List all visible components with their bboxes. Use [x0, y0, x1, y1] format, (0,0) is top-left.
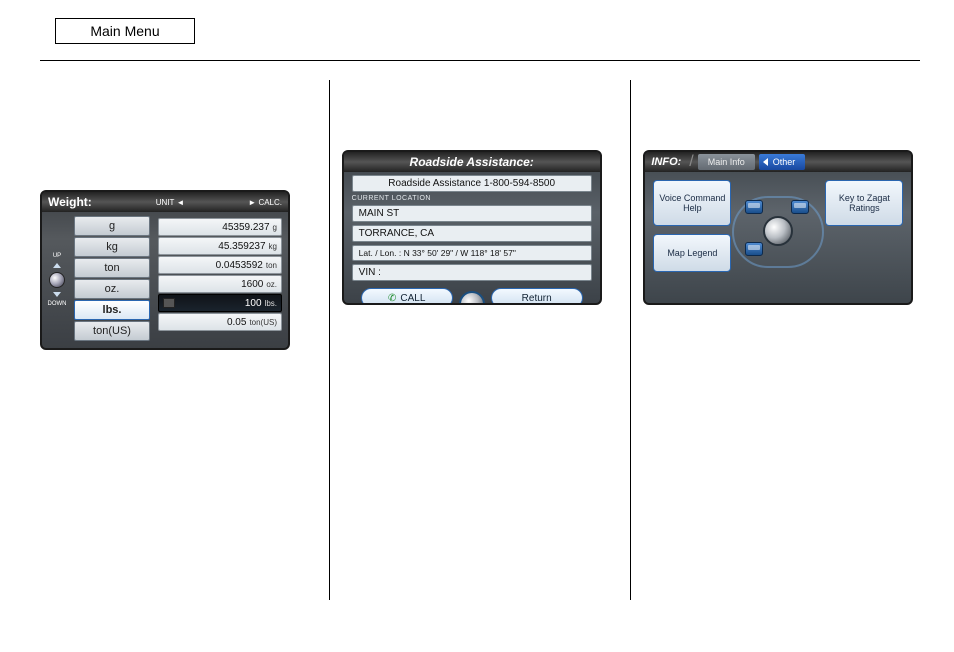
- vin-field: VIN :: [352, 264, 592, 281]
- unit-item[interactable]: ton: [74, 258, 150, 278]
- current-location-label: CURRENT LOCATION: [352, 195, 592, 202]
- weight-screen: Weight: UNIT ◄ ► CALC. UP DOWN gkgtonoz.…: [40, 190, 290, 350]
- roadside-title: Roadside Assistance:: [344, 152, 600, 172]
- info-label: INFO:: [645, 156, 689, 168]
- unit-item[interactable]: lbs.: [74, 300, 150, 320]
- roadside-screen: Roadside Assistance: Roadside Assistance…: [342, 150, 602, 305]
- phone-icon: ✆: [388, 293, 396, 304]
- value-row: 45.359237kg: [158, 237, 282, 255]
- voice-command-help-button[interactable]: Voice Command Help: [653, 180, 731, 226]
- main-menu-button[interactable]: Main Menu: [55, 18, 195, 44]
- latlon-field: Lat. / Lon. : N 33° 50' 29" / W 118° 18'…: [352, 245, 592, 261]
- unit-item[interactable]: oz.: [74, 279, 150, 299]
- street-field: MAIN ST: [352, 205, 592, 222]
- value-list: 45359.237g45.359237kg0.0453592ton1600oz.…: [152, 212, 288, 348]
- map-legend-button[interactable]: Map Legend: [653, 234, 731, 272]
- city-field: TORRANCE, CA: [352, 225, 592, 242]
- divider: [40, 60, 920, 61]
- column-3: INFO: / Main Info Other Voice Command He…: [643, 80, 920, 600]
- unit-item[interactable]: kg: [74, 237, 150, 257]
- value-row: 100lbs.: [158, 294, 282, 312]
- flag-icon: [163, 298, 175, 308]
- unit-indicator: UNIT ◄: [156, 198, 185, 207]
- unit-item[interactable]: ton(US): [74, 321, 150, 341]
- down-icon: [53, 292, 61, 297]
- weight-title: Weight:: [48, 195, 92, 209]
- up-label: UP: [53, 253, 61, 259]
- center-knob-icon: [763, 216, 793, 246]
- unit-list: gkgtonoz.lbs.ton(US): [72, 212, 152, 348]
- down-label: DOWN: [48, 301, 67, 307]
- up-icon: [53, 263, 61, 268]
- column-divider: [630, 80, 631, 600]
- up-down-control[interactable]: UP DOWN: [42, 212, 72, 348]
- column-2: Roadside Assistance: Roadside Assistance…: [342, 80, 619, 600]
- center-knob-icon: [459, 291, 485, 305]
- joystick-icon: [49, 272, 65, 288]
- book-icon: [791, 200, 809, 214]
- unit-item[interactable]: g: [74, 216, 150, 236]
- call-button[interactable]: ✆ CALL: [361, 288, 453, 305]
- zagat-ratings-button[interactable]: Key to Zagat Ratings: [825, 180, 903, 226]
- book-icon: [745, 242, 763, 256]
- tab-main-info[interactable]: Main Info: [698, 154, 755, 170]
- book-icon: [745, 200, 763, 214]
- return-button[interactable]: Return: [491, 288, 583, 305]
- info-screen: INFO: / Main Info Other Voice Command He…: [643, 150, 913, 305]
- value-row: 0.05ton(US): [158, 313, 282, 331]
- tab-other[interactable]: Other: [759, 154, 806, 170]
- roadside-number: Roadside Assistance 1-800-594-8500: [352, 175, 592, 192]
- value-row: 1600oz.: [158, 275, 282, 293]
- calc-indicator: ► CALC.: [248, 198, 282, 207]
- column-1: Weight: UNIT ◄ ► CALC. UP DOWN gkgtonoz.…: [40, 80, 317, 600]
- value-row: 0.0453592ton: [158, 256, 282, 274]
- value-row: 45359.237g: [158, 218, 282, 236]
- column-divider: [329, 80, 330, 600]
- call-label: CALL: [400, 293, 425, 304]
